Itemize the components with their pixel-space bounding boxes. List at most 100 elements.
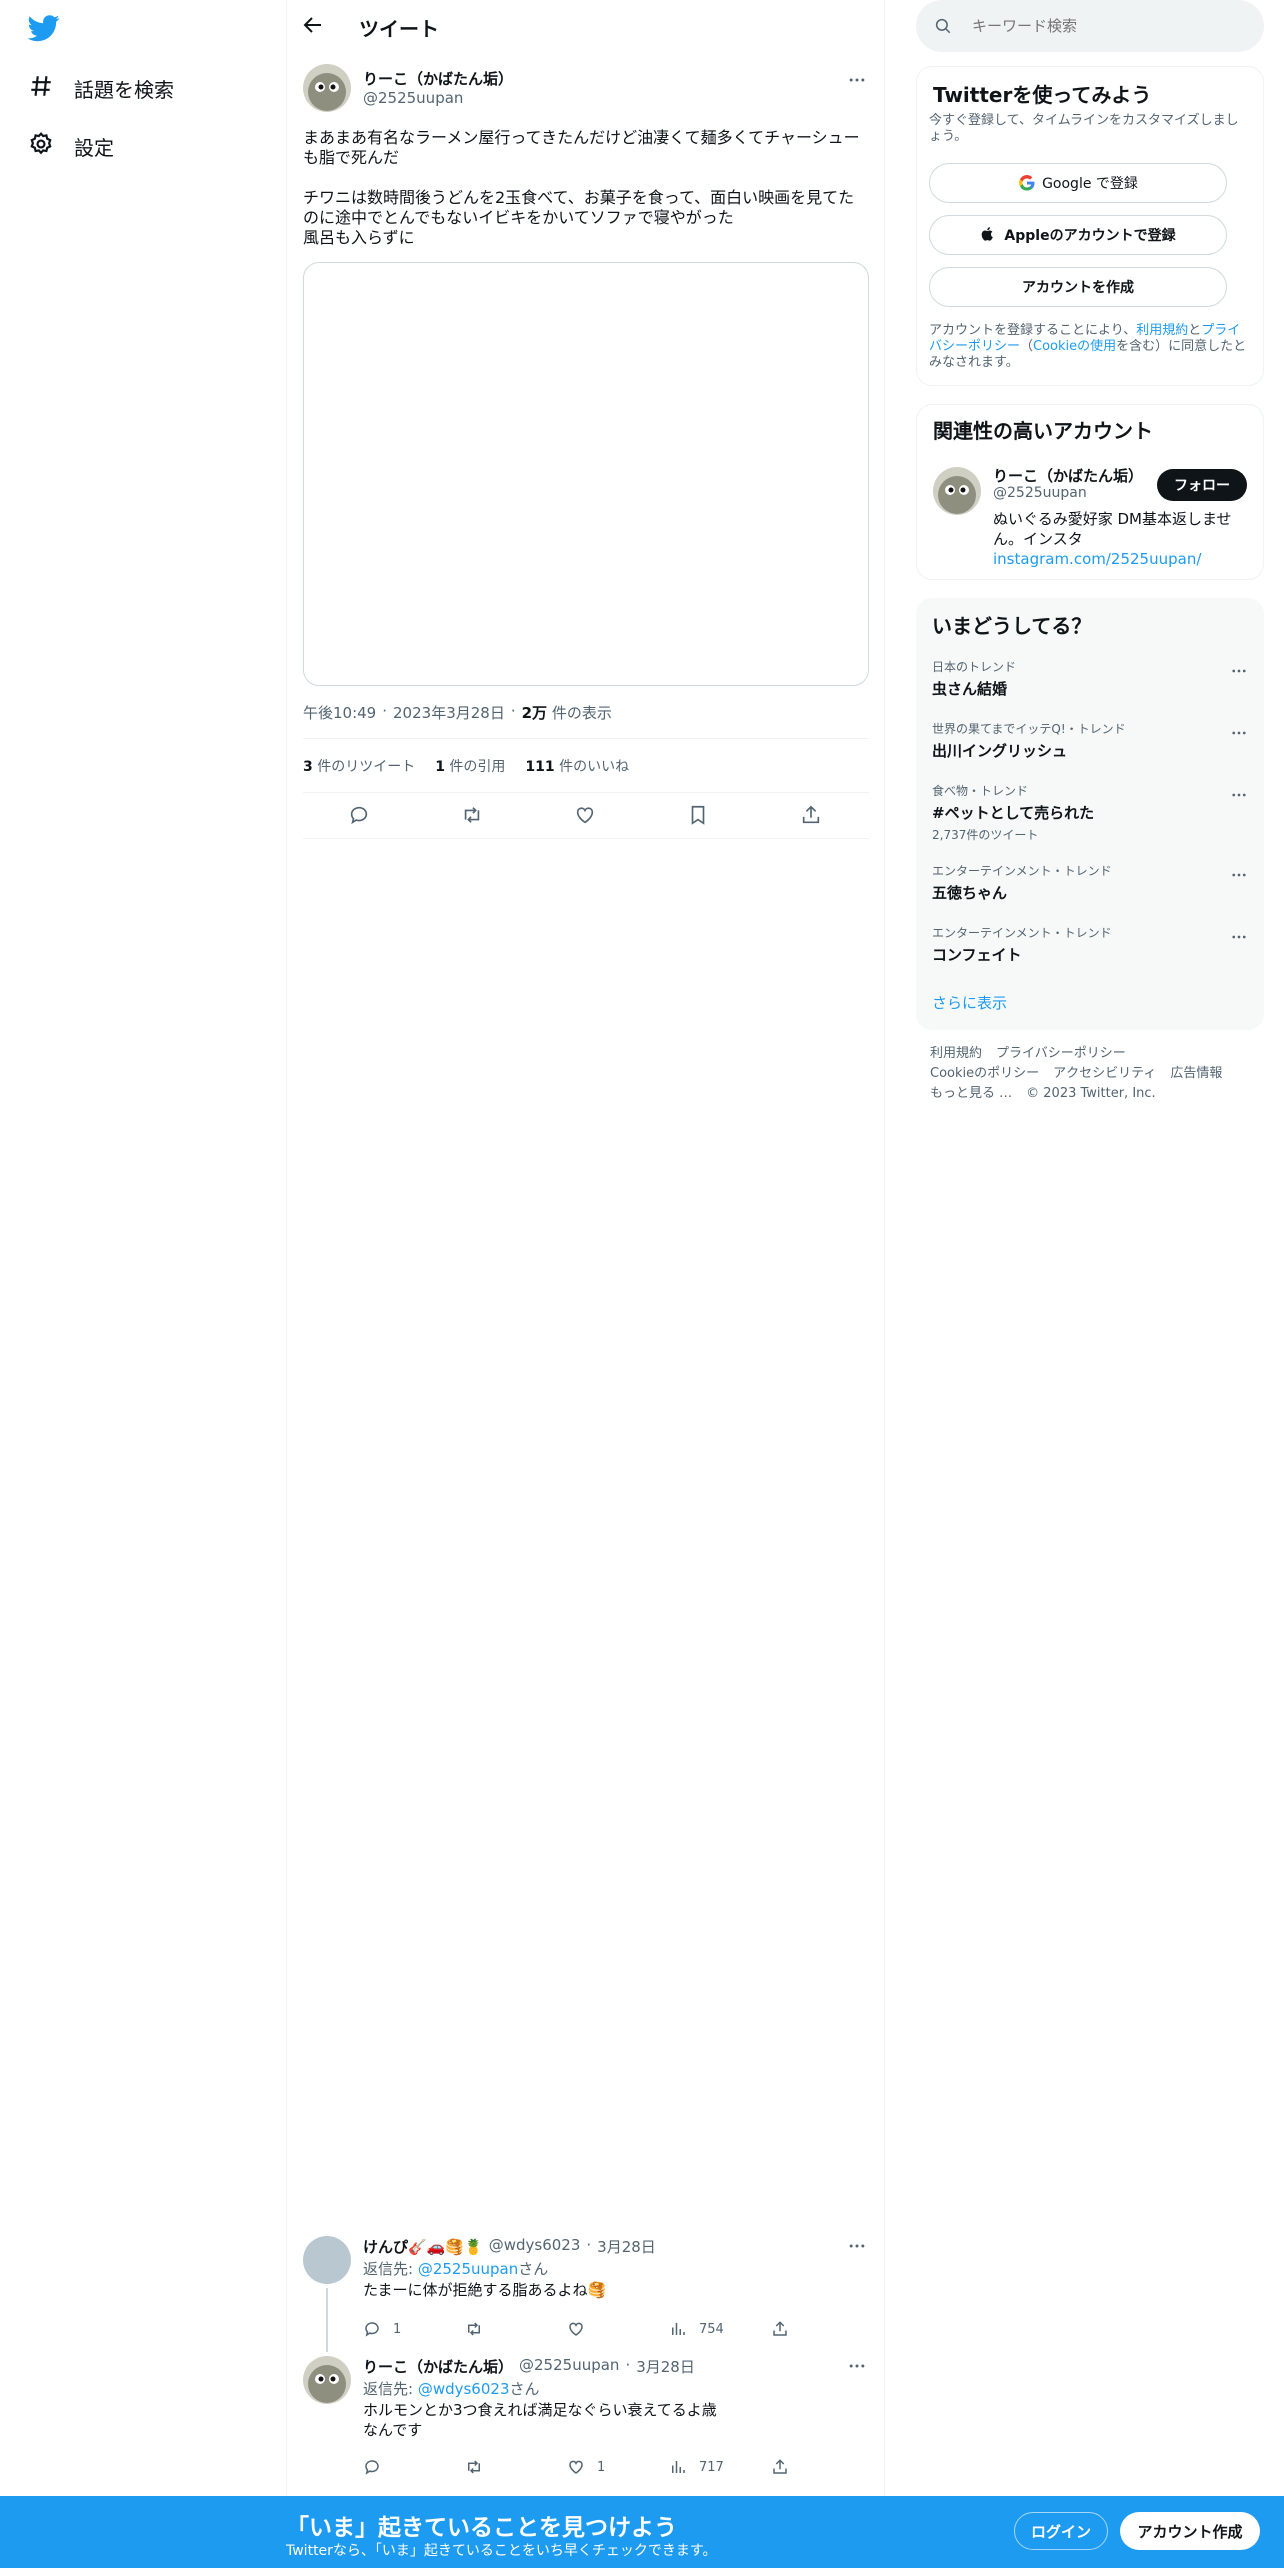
share-icon[interactable] [800,804,824,828]
more-icon[interactable] [847,2356,869,2378]
trend-item[interactable]: エンターテインメント・トレンド コンフェイト [932,924,1248,965]
footer-link[interactable]: Cookieのポリシー [930,1066,1039,1081]
trend-title: #ペットとして売られた [932,804,1095,822]
create-account-label: アカウントを作成 [1022,280,1134,296]
trend-context: 世界の果てまでイッテQ!・トレンド [932,722,1126,736]
search-box[interactable] [916,0,1264,52]
retweet-action[interactable] [465,2458,567,2476]
back-arrow-icon[interactable] [301,13,329,41]
related-bio: ぬいぐるみ愛好家 DM基本返しません。インスタinstagram.com/252… [993,510,1232,568]
terms-link[interactable]: 利用規約 [1136,323,1188,338]
signup-button[interactable]: アカウント作成 [1120,2512,1260,2550]
trend-context: エンターテインメント・トレンド [932,864,1112,878]
google-signup-button[interactable]: Google で登録 [929,163,1227,203]
more-icon[interactable] [1230,786,1248,804]
trend-item[interactable]: 日本のトレンド 虫さん結婚 [932,658,1248,699]
more-icon[interactable] [1230,724,1248,742]
cookie-link[interactable]: Cookieの使用 [1033,339,1116,354]
mention-link[interactable]: @wdys6023 [418,2380,510,2398]
reply-icon[interactable] [348,804,372,828]
avatar[interactable] [933,467,981,515]
related-name[interactable]: りーこ（かばたん垢） [993,465,1143,486]
reply-tweet[interactable]: けんぴ🎸🚗🥞🍍 @wdys6023 · 3月28日 返信先: @2525uupa… [303,2236,869,2340]
bookmark-icon[interactable] [687,804,711,828]
share-icon [771,2458,789,2476]
tweet-time[interactable]: 午後10:49 [303,702,376,723]
reply-to-line: 返信先: @wdys6023さん [363,2380,540,2398]
tweet-date[interactable]: 2023年3月28日 [393,702,505,723]
share-action[interactable] [771,2320,801,2338]
trend-item[interactable]: 食べ物・トレンド #ペットとして売られた 2,737件のツイート [932,782,1248,843]
more-icon[interactable] [1230,662,1248,680]
follow-button[interactable]: フォロー [1157,469,1247,501]
trend-context: エンターテインメント・トレンド [932,926,1112,940]
views-action[interactable]: 717 [669,2458,771,2476]
nav-settings[interactable]: 設定 [28,124,114,168]
divider [303,738,869,739]
reply-tweet[interactable]: りーこ（かばたん垢） @2525uupan · 3月28日 返信先: @wdys… [303,2356,869,2480]
views-action[interactable]: 754 [669,2320,771,2338]
retweet-icon[interactable] [461,804,485,828]
login-button[interactable]: ログイン [1014,2512,1108,2550]
tweet-paragraph: チワニは数時間後うどんを2玉食べて、お菓子を食って、面白い映画を見てたのに途中で… [303,188,855,227]
reply-author-name[interactable]: りーこ（かばたん垢） [363,2356,513,2377]
create-account-button[interactable]: アカウントを作成 [929,267,1227,307]
author-handle[interactable]: @2525uupan [363,89,463,107]
share-action[interactable] [771,2458,801,2476]
tweet-media[interactable] [303,262,869,686]
retweets-stat[interactable]: 3 件のリツイート [303,756,415,776]
show-more-link[interactable]: さらに表示 [932,992,1007,1013]
apple-signup-label: Appleのアカウントで登録 [1004,228,1176,244]
trend-context: 食べ物・トレンド [932,784,1029,798]
trend-title: 五徳ちゃん [932,884,1008,902]
mention-link[interactable]: @2525uupan [418,2260,518,2278]
quotes-stat[interactable]: 1 件の引用 [435,756,505,776]
author-name[interactable]: りーこ（かばたん垢） [363,68,513,89]
search-input[interactable] [972,17,1232,35]
trend-title: 虫さん結婚 [932,680,1008,698]
like-action[interactable]: 1 [567,2458,669,2476]
hashtag-icon [28,73,58,103]
likes-stat[interactable]: 111 件のいいね [525,756,629,776]
apple-signup-button[interactable]: Appleのアカウントで登録 [929,215,1227,255]
like-icon[interactable] [574,804,598,828]
share-icon [771,2320,789,2338]
analytics-icon [669,2320,687,2338]
more-icon[interactable] [1230,928,1248,946]
avatar[interactable] [303,2356,351,2404]
bio-link[interactable]: instagram.com/2525uupan/ [993,550,1201,568]
footer-link[interactable]: アクセシビリティ [1053,1066,1156,1081]
like-icon [567,2458,585,2476]
footer-link[interactable]: もっと見る … [930,1086,1012,1101]
bottom-bar-title: 「いま」起きていることを見つけよう [286,2515,677,2541]
related-accounts-card: 関連性の高いアカウント りーこ（かばたん垢） @2525uupan フォロー ぬ… [916,404,1264,580]
trend-item[interactable]: 世界の果てまでイッテQ!・トレンド 出川イングリッシュ [932,720,1248,761]
like-action[interactable] [567,2320,669,2338]
tweet-stats: 3 件のリツイート 1 件の引用 111 件のいいね [303,756,629,776]
nav-explore[interactable]: 話題を検索 [28,66,174,110]
avatar[interactable] [303,64,351,112]
reply-action[interactable] [363,2458,465,2476]
trend-item[interactable]: エンターテインメント・トレンド 五徳ちゃん [932,862,1248,903]
avatar[interactable] [303,2236,351,2284]
related-title: 関連性の高いアカウント [933,419,1153,443]
trend-context: 日本のトレンド [932,660,1017,674]
tweet-meta: 午後10:49 · 2023年3月28日 · 2万 件の表示 [303,702,612,723]
reply-author-name[interactable]: けんぴ🎸🚗🥞🍍 [363,2236,483,2257]
reply-author-handle[interactable]: @wdys6023 [489,2236,581,2257]
more-icon[interactable] [1230,866,1248,884]
retweet-action[interactable] [465,2320,567,2338]
related-handle[interactable]: @2525uupan [993,485,1087,501]
views-label: 件の表示 [551,704,612,722]
retweet-icon [465,2458,483,2476]
more-icon[interactable] [847,70,869,92]
reply-date[interactable]: 3月28日 [636,2356,695,2377]
footer-link[interactable]: 利用規約 [930,1046,982,1061]
reply-author-handle[interactable]: @2525uupan [519,2356,619,2377]
twitter-bird-icon[interactable] [28,12,64,48]
footer-link[interactable]: 広告情報 [1170,1066,1222,1081]
reply-date[interactable]: 3月28日 [597,2236,656,2257]
reply-action[interactable]: 1 [363,2320,465,2338]
more-icon[interactable] [847,2236,869,2258]
footer-link[interactable]: プライバシーポリシー [996,1046,1126,1061]
